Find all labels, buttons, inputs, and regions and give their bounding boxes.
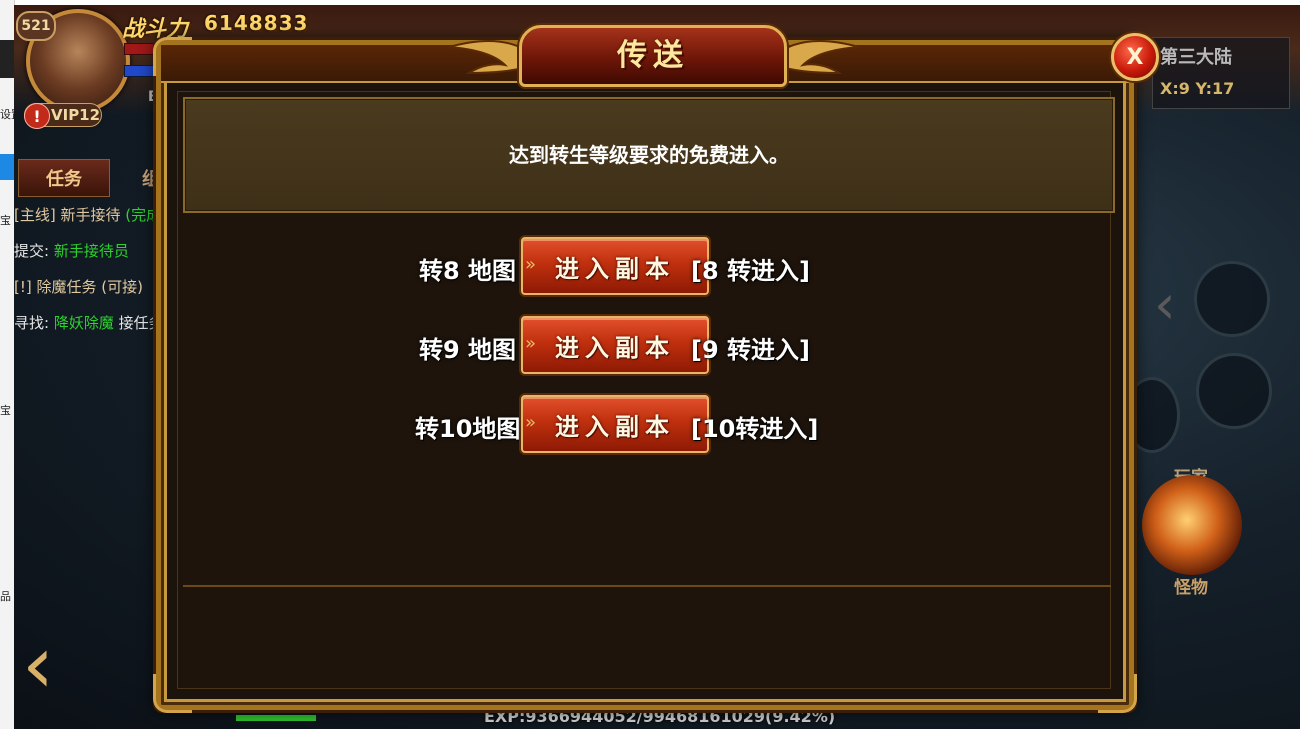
task-line[interactable]: 提交: 新手接待员 [14,237,174,273]
row-map-label: 转10地图 [415,415,521,443]
browser-fragment: 品 [0,590,11,603]
close-icon: X [1126,44,1144,70]
enter-dungeon-button[interactable]: » 进入副本 [521,316,709,374]
chevron-left-icon[interactable]: ‹ [1154,275,1194,335]
attack-button[interactable] [1142,475,1242,575]
arrow-right-icon: » [525,412,537,433]
task-text: 提交: [14,242,54,260]
tab-tasks[interactable]: 任务 [18,159,110,197]
task-line[interactable]: [!] 除魔任务 (可接) [14,273,174,309]
close-button[interactable]: X [1111,33,1159,81]
skill-slot[interactable] [1194,261,1270,337]
browser-side-strip: 设置 宝 宝 品 [0,0,15,729]
row-map-label: 转9 地图 [419,336,517,364]
frame-corner-ornament [153,37,192,76]
task-line[interactable]: [主线] 新手接待 (完成) [14,201,174,237]
target-monster-label[interactable]: 怪物 [1174,573,1208,598]
info-box: 达到转生等级要求的免费进入。 [183,97,1115,213]
exp-tab-indicator [236,715,316,721]
task-line[interactable]: 寻找: 降妖除魔 接任务 [14,309,174,345]
browser-dark-block [0,40,14,78]
browser-fragment: 设置 [0,108,14,121]
task-list: [主线] 新手接待 (完成) 提交: 新手接待员 [!] 除魔任务 (可接) 寻… [14,201,174,345]
dialog-divider [183,585,1111,587]
row-requirement: [8 转进入] [691,257,810,285]
player-level-badge: 521 [16,11,56,41]
browser-fragment: 宝 [0,404,11,417]
combat-power-value: 6148833 [204,11,309,35]
arrow-right-icon: » [525,254,537,275]
arrow-right-icon: » [525,333,537,354]
map-name: 第三大陆 [1160,47,1232,68]
enter-dungeon-button[interactable]: » 进入副本 [521,237,709,295]
arrow-left-icon[interactable]: ‹ [22,625,72,705]
browser-active-tab[interactable] [0,154,14,180]
task-text: [主线] 新手接待 [14,206,126,224]
info-text: 达到转生等级要求的免费进入。 [509,143,789,167]
task-npc-link[interactable]: 降妖除魔 [54,314,114,332]
task-text: 寻找: [14,314,54,332]
dialog-title-plaque: 传送 [519,25,787,87]
browser-fragment: 宝 [0,214,11,227]
enter-dungeon-label: 进入副本 [555,333,675,362]
map-coordinates: X:9 Y:17 [1160,79,1235,98]
task-npc-link[interactable]: 新手接待员 [54,242,129,260]
enter-dungeon-button[interactable]: » 进入副本 [521,395,709,453]
alert-icon[interactable]: ! [24,103,50,129]
row-map-label: 转8 地图 [419,257,517,285]
teleport-row: 转10地图 » 进入副本 [10转进入] [161,395,1129,455]
row-requirement: [9 转进入] [691,336,810,364]
enter-dungeon-label: 进入副本 [555,412,675,441]
dialog-title: 传送 [617,38,689,73]
task-tabs: 任务 组队 [16,159,178,197]
skill-slot[interactable] [1196,353,1272,429]
teleport-row: 转9 地图 » 进入副本 [9 转进入] [161,316,1129,376]
teleport-dialog: 传送 X 达到转生等级要求的免费进入。 转8 地图 » 进入副本 [8 转进入]… [153,25,1159,713]
teleport-row: 转8 地图 » 进入副本 [8 转进入] [161,237,1129,297]
task-text: [!] 除魔任务 (可接) [14,278,143,296]
enter-dungeon-label: 进入副本 [555,254,675,283]
row-requirement: [10转进入] [691,415,819,443]
